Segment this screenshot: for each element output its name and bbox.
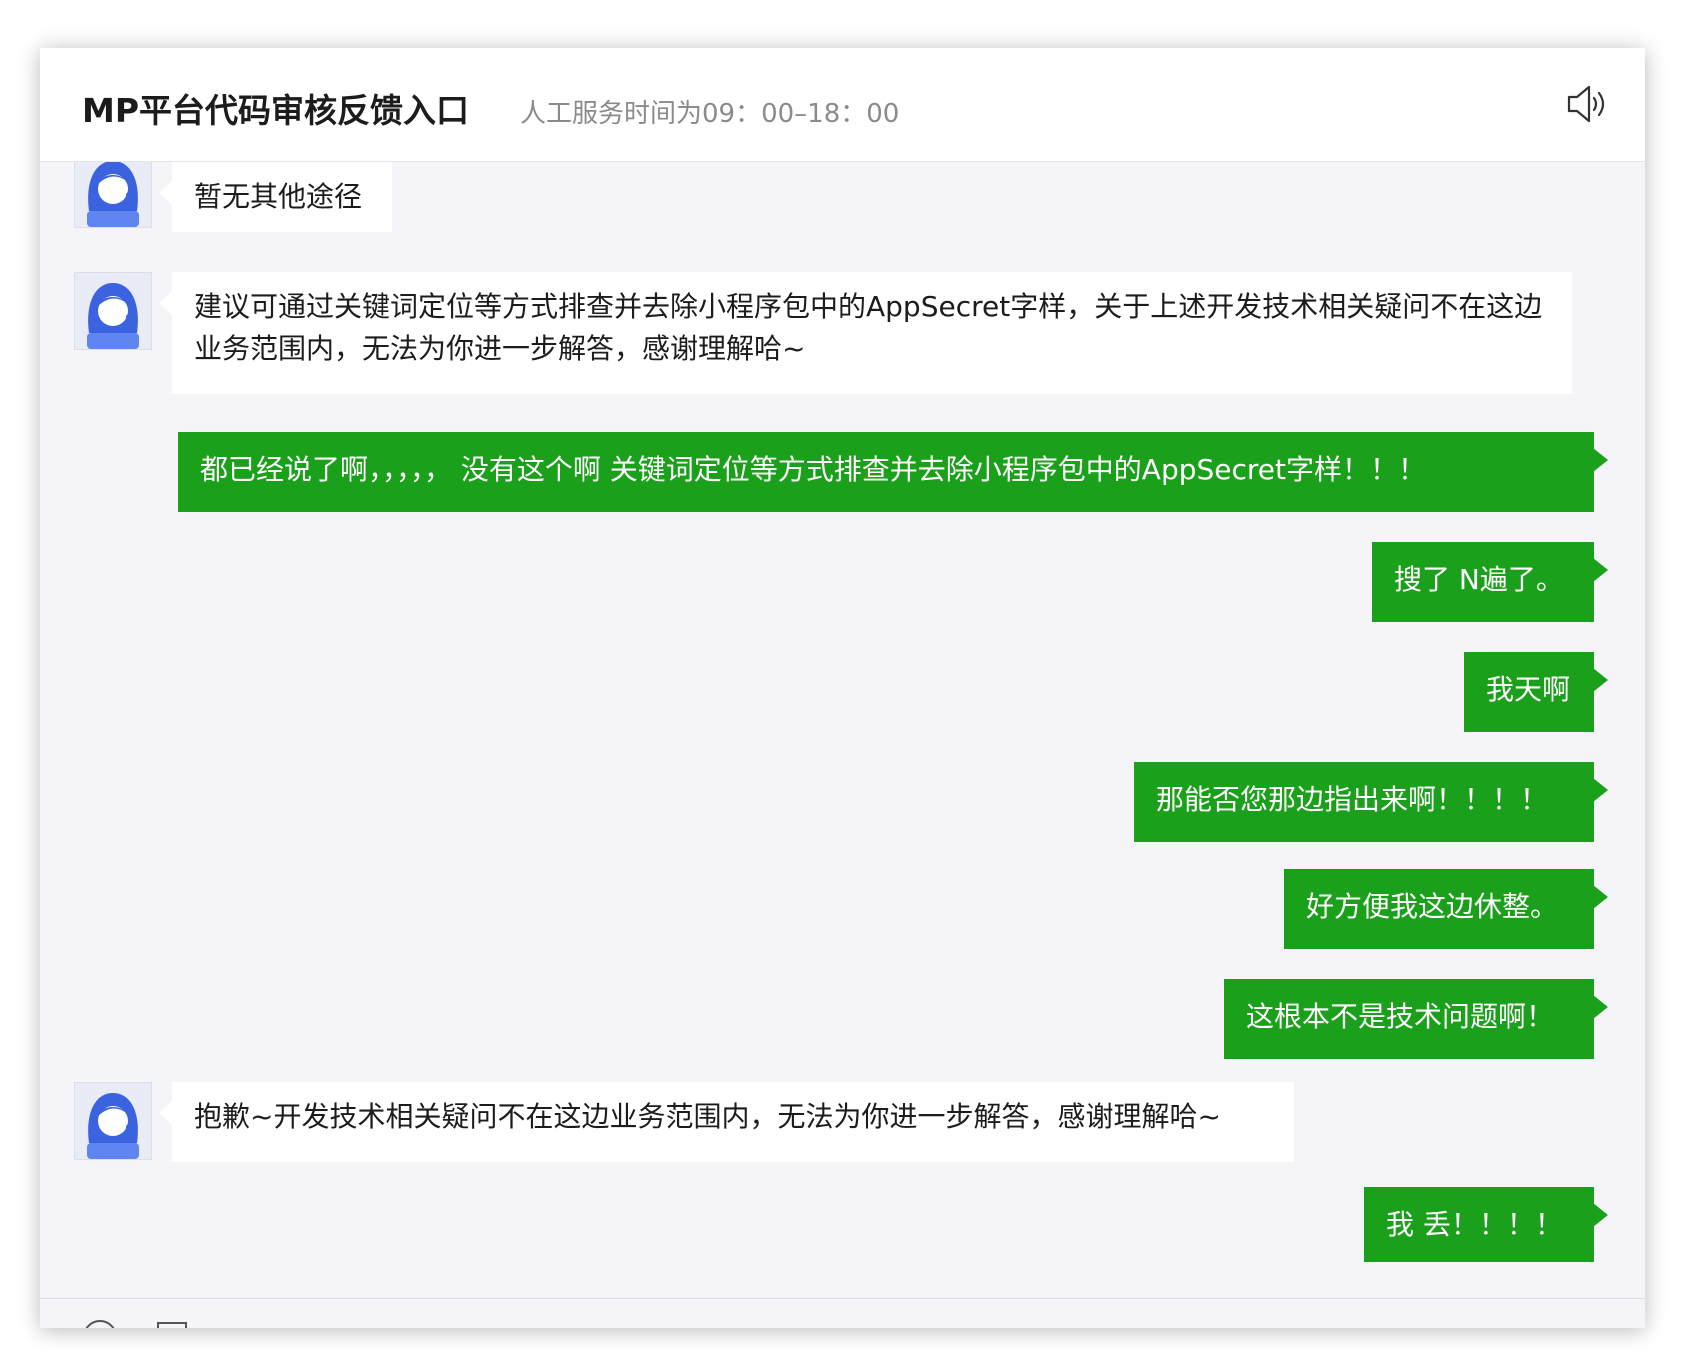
outgoing-bubble: 都已经说了啊，，，，， 没有这个啊 关键词定位等方式排查并去除小程序包中的App… [178, 432, 1608, 512]
incoming-bubble: 暂无其他途径 [159, 162, 392, 232]
input-toolbar [40, 1298, 1645, 1328]
outgoing-bubble: 我天啊 [1464, 652, 1608, 732]
message-incoming: 建议可通过关键词定位等方式排查并去除小程序包中的AppSecret字样，关于上述… [40, 272, 1645, 402]
incoming-bubble: 建议可通过关键词定位等方式排查并去除小程序包中的AppSecret字样，关于上述… [159, 272, 1572, 394]
outgoing-bubble: 这根本不是技术问题啊！ [1224, 979, 1608, 1059]
message-list[interactable]: 暂无其他途径 建议可通过关键词定位等方式排查并去除小程序包中的AppSecret… [40, 162, 1645, 1262]
outgoing-bubble: 我 丢！！！！ [1364, 1187, 1608, 1262]
speaker-icon[interactable] [1563, 82, 1607, 126]
incoming-bubble: 抱歉~开发技术相关疑问不在这边业务范围内，无法为你进一步解答，感谢理解哈~ [159, 1082, 1294, 1162]
outgoing-bubble: 搜了 N遍了。 [1372, 542, 1608, 622]
folder-icon[interactable] [152, 1317, 192, 1328]
chat-header: MP平台代码审核反馈入口 人工服务时间为09：00–18：00 [40, 48, 1645, 162]
chat-window: MP平台代码审核反馈入口 人工服务时间为09：00–18：00 暂无其他途径 建… [40, 48, 1645, 1328]
agent-avatar [74, 1082, 152, 1160]
outgoing-bubble: 好方便我这边休整。 [1284, 869, 1608, 949]
agent-avatar [74, 162, 152, 228]
outgoing-bubble: 那能否您那边指出来啊！！！！ [1134, 762, 1608, 842]
emoji-icon[interactable] [80, 1317, 120, 1328]
message-incoming: 抱歉~开发技术相关疑问不在这边业务范围内，无法为你进一步解答，感谢理解哈~ [40, 1082, 1645, 1172]
message-incoming: 暂无其他途径 [40, 162, 1645, 252]
page-title: MP平台代码审核反馈入口 [82, 91, 470, 130]
agent-avatar [74, 272, 152, 350]
service-hours: 人工服务时间为09：00–18：00 [520, 99, 900, 129]
